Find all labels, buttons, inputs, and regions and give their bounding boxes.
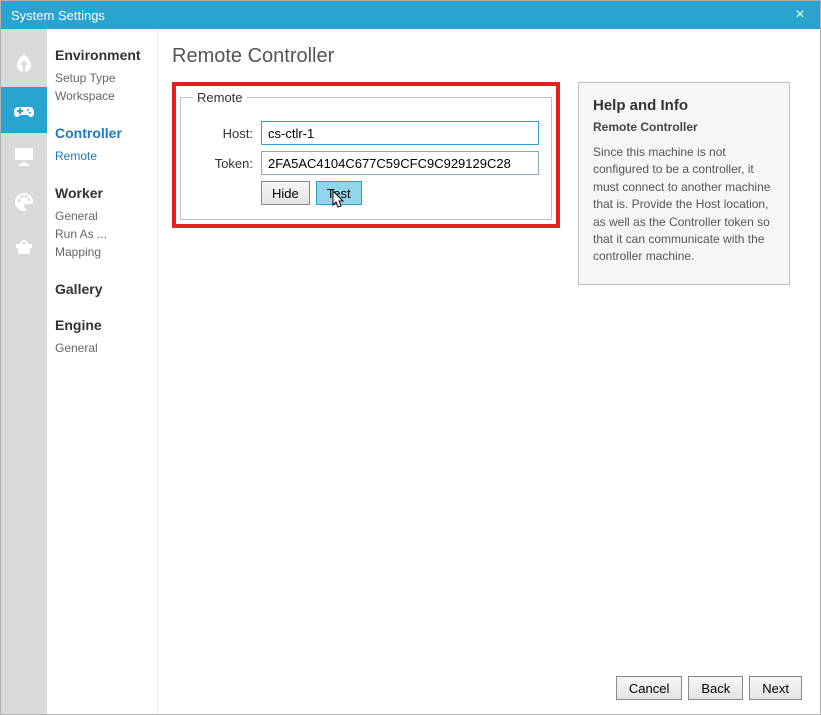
token-input[interactable]: [261, 151, 539, 175]
nav-group-environment: Environment Setup Type Workspace: [55, 47, 151, 105]
remote-fieldset: Remote Host: Token: Hide Test: [180, 90, 552, 220]
next-button[interactable]: Next: [749, 676, 802, 700]
iconbar-worker[interactable]: [1, 133, 47, 179]
cancel-button[interactable]: Cancel: [616, 676, 682, 700]
token-label: Token:: [193, 156, 253, 171]
back-button[interactable]: Back: [688, 676, 743, 700]
iconbar-controller[interactable]: [1, 87, 47, 133]
window-title: System Settings: [11, 8, 105, 23]
close-icon[interactable]: ×: [790, 6, 810, 24]
nav-head-environment[interactable]: Environment: [55, 47, 151, 63]
host-input[interactable]: [261, 121, 539, 145]
gamepad-icon: [12, 98, 36, 122]
help-title: Help and Info: [593, 97, 775, 114]
nav-sub-mapping[interactable]: Mapping: [55, 243, 151, 261]
remote-legend: Remote: [193, 90, 247, 105]
monitor-icon: [12, 144, 36, 168]
iconbar: [1, 29, 47, 714]
host-row: Host:: [193, 121, 539, 145]
page-title: Remote Controller: [172, 45, 802, 68]
nav-sub-remote[interactable]: Remote: [55, 147, 151, 165]
iconbar-environment[interactable]: [1, 41, 47, 87]
iconbar-gallery[interactable]: [1, 179, 47, 225]
titlebar: System Settings ×: [1, 1, 820, 29]
highlight-box: Remote Host: Token: Hide Test: [172, 82, 560, 228]
test-button-label: Test: [327, 186, 351, 201]
nav-head-engine[interactable]: Engine: [55, 317, 151, 333]
help-body: Since this machine is not configured to …: [593, 144, 775, 266]
nav-sub-workspace[interactable]: Workspace: [55, 87, 151, 105]
nav-group-gallery: Gallery: [55, 281, 151, 297]
main: Remote Controller Remote Host: Token: Hi…: [157, 29, 820, 714]
nav-group-engine: Engine General: [55, 317, 151, 357]
test-button[interactable]: Test: [316, 181, 362, 205]
help-subtitle: Remote Controller: [593, 120, 775, 134]
host-label: Host:: [193, 126, 253, 141]
nav-group-worker: Worker General Run As ... Mapping: [55, 185, 151, 261]
nav-sub-general[interactable]: General: [55, 207, 151, 225]
nav-sub-runas[interactable]: Run As ...: [55, 225, 151, 243]
hide-button[interactable]: Hide: [261, 181, 310, 205]
iconbar-engine[interactable]: [1, 225, 47, 271]
footer-buttons: Cancel Back Next: [616, 676, 802, 700]
help-panel: Help and Info Remote Controller Since th…: [578, 82, 790, 285]
nav-head-worker[interactable]: Worker: [55, 185, 151, 201]
nav-sub-setup-type[interactable]: Setup Type: [55, 69, 151, 87]
palette-icon: [12, 190, 36, 214]
nav-head-gallery[interactable]: Gallery: [55, 281, 151, 297]
leaf-icon: [12, 52, 36, 76]
body: Environment Setup Type Workspace Control…: [1, 29, 820, 714]
token-row: Token:: [193, 151, 539, 175]
nav-group-controller: Controller Remote: [55, 125, 151, 165]
nav-sub-engine-general[interactable]: General: [55, 339, 151, 357]
nav: Environment Setup Type Workspace Control…: [47, 29, 157, 714]
button-row: Hide Test: [261, 181, 539, 205]
content-row: Remote Host: Token: Hide Test: [172, 82, 802, 285]
nav-head-controller[interactable]: Controller: [55, 125, 151, 141]
engine-icon: [12, 236, 36, 260]
